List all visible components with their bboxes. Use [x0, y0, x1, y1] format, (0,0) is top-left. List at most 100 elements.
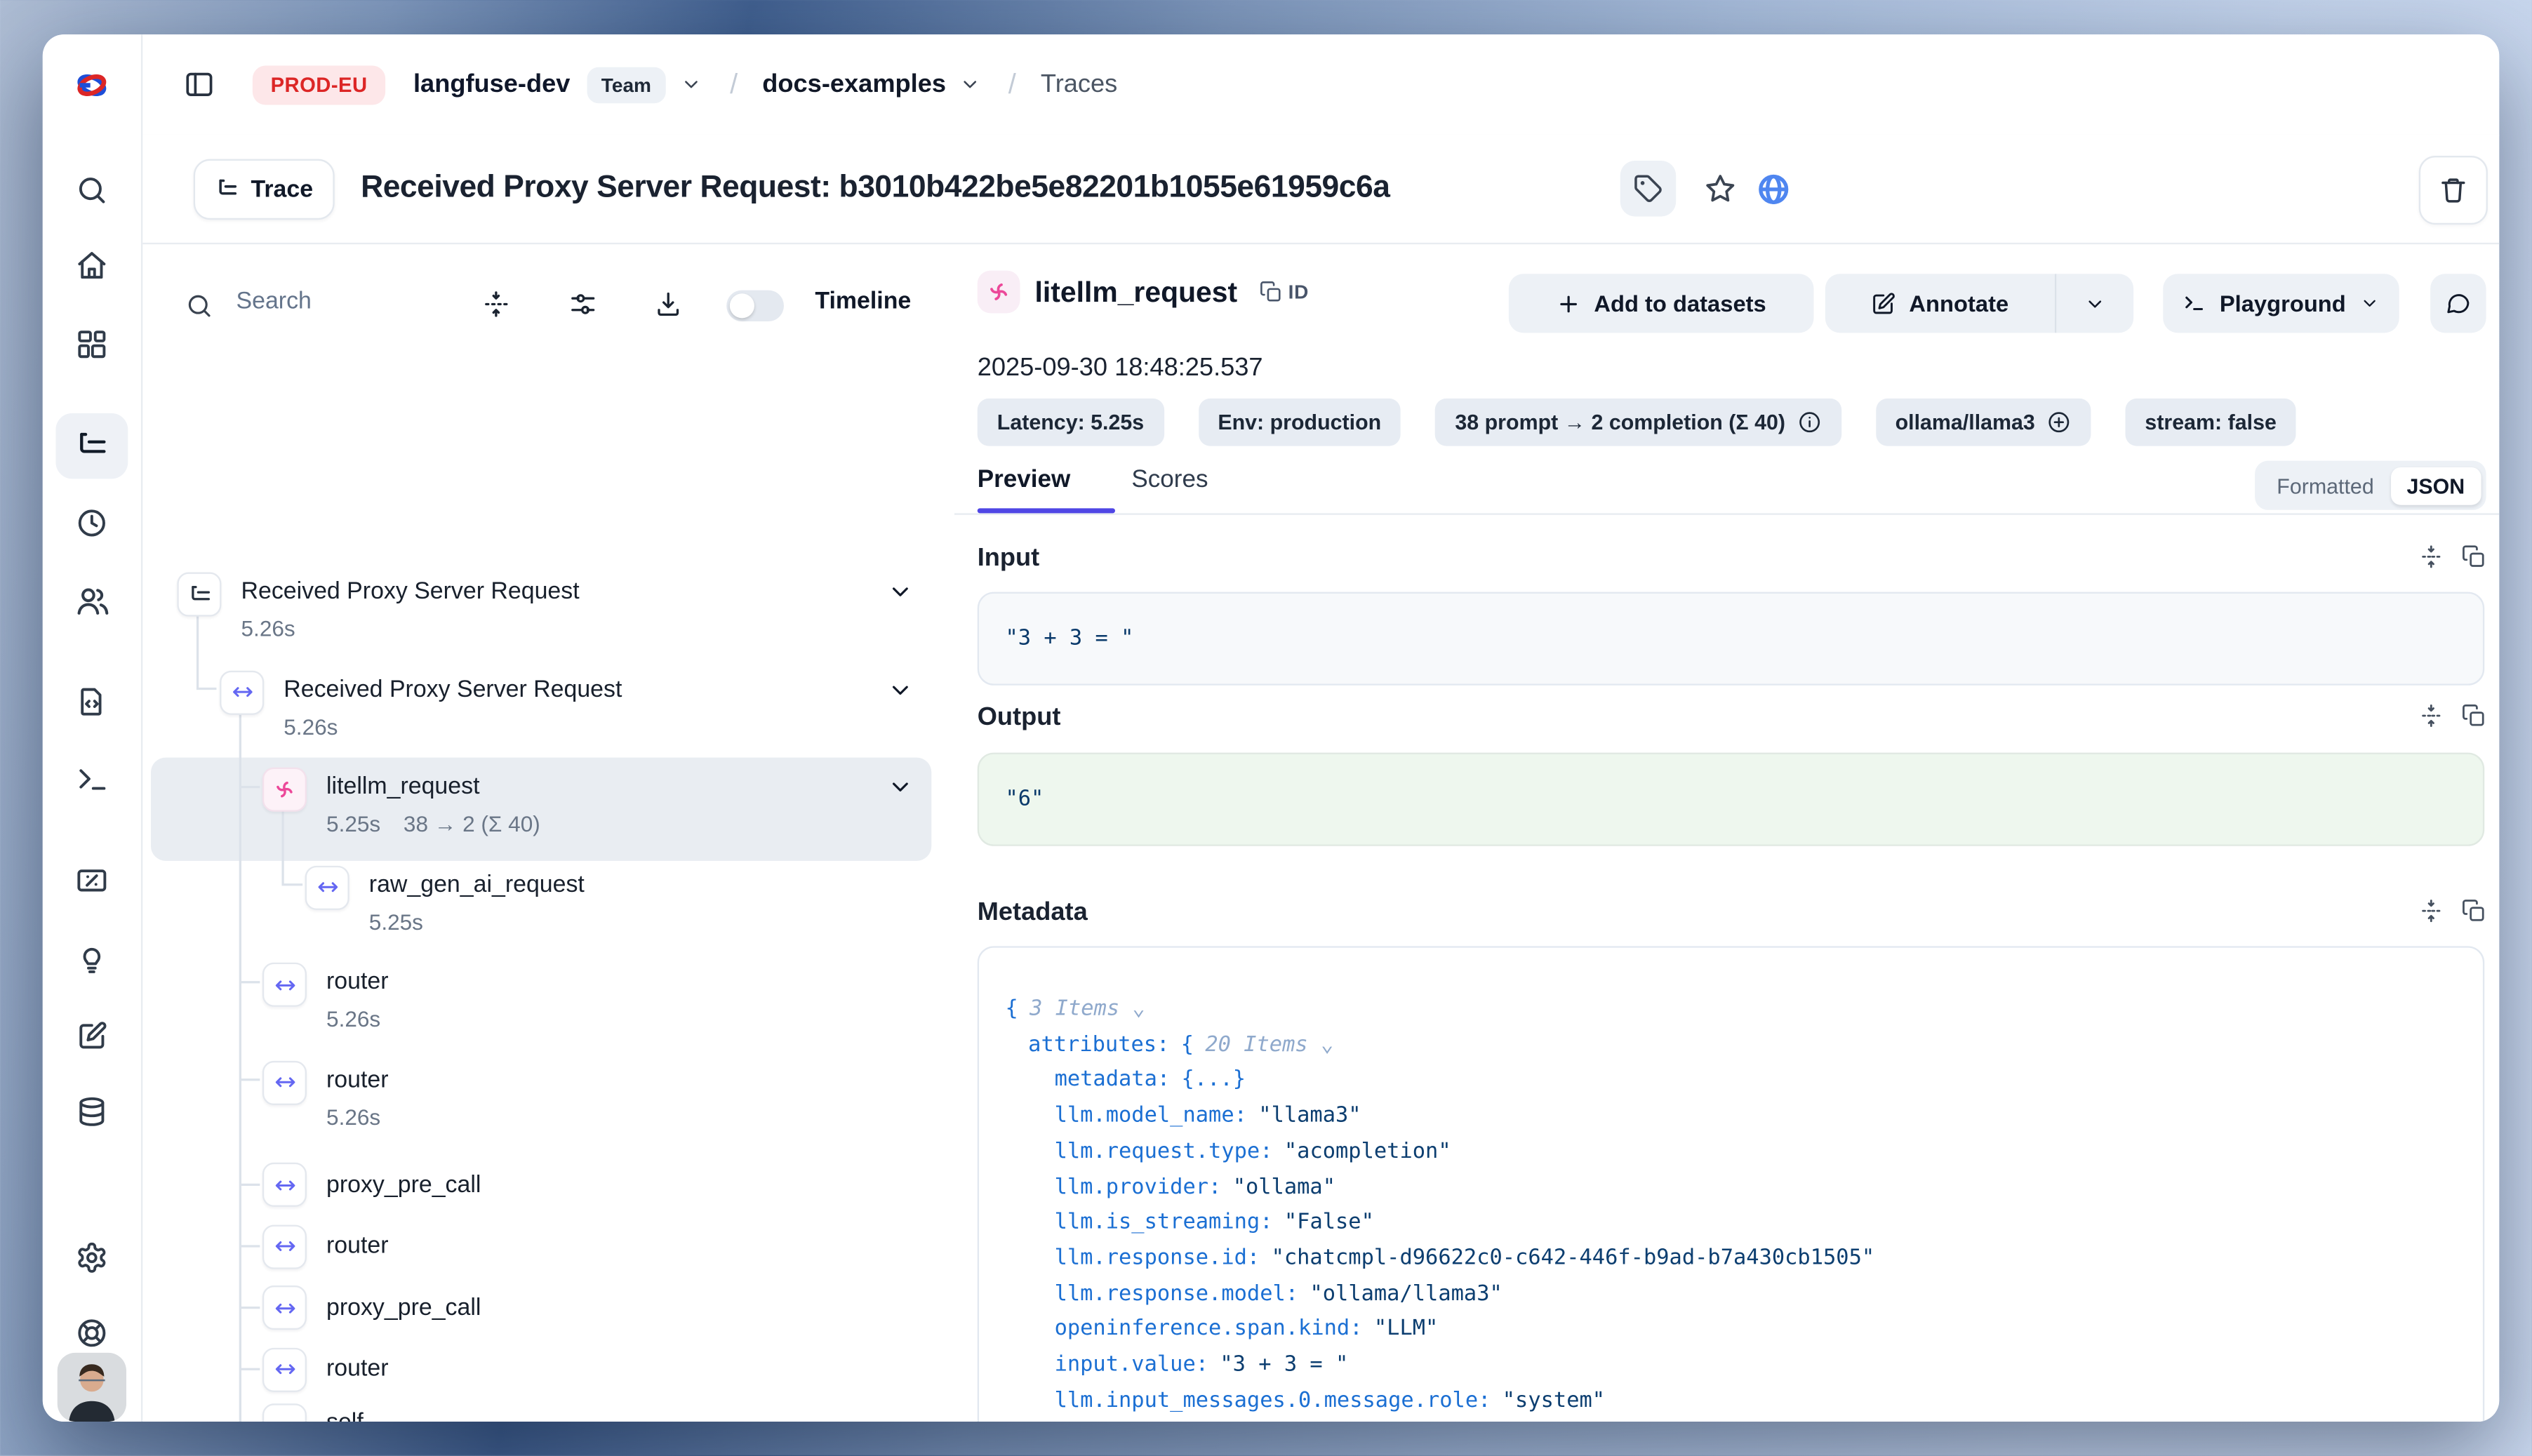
formatted-option[interactable]: Formatted — [2260, 467, 2390, 505]
tree-item-duration: 5.25s — [369, 907, 423, 935]
tree-item-label: raw_gen_ai_request — [369, 862, 585, 907]
tab-preview[interactable]: Preview — [978, 466, 1071, 494]
json-line: llm.model_name:"llama3" — [1005, 1099, 2456, 1135]
support-lifebuoy-icon[interactable] — [43, 1316, 141, 1349]
tree-item-tokens: 38 → 2 (Σ 40) — [404, 810, 540, 838]
chevron-down-icon[interactable] — [887, 676, 913, 702]
tree-item[interactable]: self 5.23s — [141, 1401, 1076, 1422]
fold-vertical-icon[interactable] — [2419, 545, 2444, 569]
tag-icon[interactable] — [1620, 161, 1676, 216]
playground-button[interactable]: Playground — [2163, 274, 2399, 333]
tree-item[interactable]: Received Proxy Server Request 5.26s — [141, 667, 1033, 763]
breadcrumb-section[interactable]: Traces — [1041, 69, 1117, 99]
chevron-down-icon[interactable] — [887, 579, 913, 605]
observation-badges: Latency: 5.25s Env: production 38 prompt… — [978, 399, 2296, 446]
span-icon — [262, 1286, 307, 1330]
json-line: llm.response.model:"ollama/llama3" — [1005, 1276, 2456, 1312]
breadcrumb-separator: / — [1008, 68, 1016, 101]
comments-button[interactable] — [2430, 274, 2486, 333]
json-line: input.value:"3 + 3 = " — [1005, 1348, 2456, 1384]
desktop: PROD-EU langfuse-dev Team / docs-example… — [0, 0, 2532, 1456]
plus-circle-icon — [2046, 410, 2071, 434]
span-icon — [305, 865, 349, 909]
annotation-pen-icon[interactable] — [43, 1020, 141, 1053]
tree-item-label: litellm_request — [326, 764, 540, 810]
metadata-section-title: Metadata — [978, 899, 1088, 928]
download-icon[interactable] — [654, 290, 682, 319]
input-section-title: Input — [978, 545, 1040, 574]
fold-vertical-icon[interactable] — [2419, 899, 2444, 923]
copy-icon[interactable] — [2462, 703, 2486, 728]
breadcrumb-separator: / — [730, 68, 738, 101]
delete-trace-button[interactable] — [2419, 156, 2488, 225]
output-content[interactable]: "6" — [978, 753, 2485, 846]
tree-item-label: Received Proxy Server Request — [241, 569, 580, 615]
metadata-json-viewer[interactable]: {3 Items ⌄ attributes:{20 Items ⌄ metada… — [978, 946, 2485, 1422]
prompts-file-icon[interactable] — [43, 686, 141, 719]
project-name[interactable]: docs-examples — [762, 69, 946, 99]
json-line: llm.provider:"ollama" — [1005, 1170, 2456, 1205]
users-icon[interactable] — [43, 584, 141, 618]
sidebar-toggle-icon[interactable] — [184, 69, 215, 100]
tree-item[interactable]: router 5.26s — [141, 959, 1076, 1056]
dashboard-icon[interactable] — [43, 328, 141, 361]
input-section-icons — [2419, 545, 2486, 569]
span-icon — [262, 1403, 307, 1422]
token-usage-badge[interactable]: 38 prompt → 2 completion (Σ 40) — [1435, 399, 1841, 446]
star-icon[interactable] — [1693, 161, 1748, 216]
tree-item[interactable]: router — [141, 1216, 1076, 1278]
tree-item-selected[interactable]: litellm_request 5.25s38 → 2 (Σ 40) — [141, 764, 1076, 861]
observation-timestamp: 2025-09-30 18:48:25.537 — [978, 354, 1263, 384]
sessions-clock-icon[interactable] — [43, 507, 141, 540]
tree-item[interactable]: proxy_pre_call — [141, 1154, 1076, 1216]
tree-item[interactable]: router 5.26s — [141, 1057, 1076, 1154]
search-icon[interactable] — [43, 174, 141, 207]
tree-item[interactable]: proxy_pre_call — [141, 1277, 1076, 1339]
insights-lightbulb-icon[interactable] — [43, 943, 141, 976]
output-section-title: Output — [978, 703, 1061, 733]
tree-item[interactable]: Received Proxy Server Request 5.26s — [141, 569, 990, 666]
view-settings-icon[interactable] — [569, 290, 597, 319]
home-icon[interactable] — [43, 249, 141, 282]
tree-item[interactable]: router — [141, 1339, 1076, 1401]
timeline-toggle[interactable] — [726, 290, 784, 321]
traces-icon[interactable] — [43, 429, 141, 462]
org-chevron-down-icon[interactable] — [681, 74, 702, 95]
tree-item-label: proxy_pre_call — [326, 1285, 481, 1330]
json-line: openinference.span.kind:"LLM" — [1005, 1312, 2456, 1348]
json-option[interactable]: JSON — [2390, 467, 2481, 505]
input-content[interactable]: "3 + 3 = " — [978, 592, 2485, 686]
search-input[interactable] — [233, 287, 437, 316]
fold-vertical-icon[interactable] — [2419, 703, 2444, 728]
public-globe-icon[interactable] — [1745, 161, 1800, 216]
langfuse-logo-icon[interactable] — [43, 34, 141, 135]
datasets-database-icon[interactable] — [43, 1095, 141, 1128]
org-name[interactable]: langfuse-dev — [413, 69, 570, 99]
chevron-down-icon[interactable] — [887, 774, 913, 800]
trace-type-label: Trace — [251, 176, 314, 202]
id-label: ID — [1288, 281, 1309, 304]
copy-icon[interactable] — [2462, 545, 2486, 569]
project-chevron-down-icon[interactable] — [959, 74, 980, 95]
terminal-icon[interactable] — [43, 763, 141, 796]
playground-label: Playground — [2220, 290, 2346, 316]
tree-item-duration: 5.26s — [326, 1102, 380, 1130]
add-to-datasets-button[interactable]: Add to datasets — [1509, 274, 1814, 333]
copy-icon[interactable] — [2462, 899, 2486, 923]
evaluators-icon[interactable] — [43, 864, 141, 897]
annotate-dropdown-chevron[interactable] — [2055, 274, 2133, 333]
annotate-button[interactable]: Annotate — [1825, 274, 2055, 333]
user-avatar[interactable] — [58, 1353, 126, 1422]
copy-id-button[interactable]: ID — [1259, 281, 1310, 304]
tree-item-label: proxy_pre_call — [326, 1162, 481, 1208]
model-badge[interactable]: ollama/llama3 — [1876, 399, 2091, 446]
collapse-all-icon[interactable] — [482, 290, 510, 319]
environment-badge: PROD-EU — [253, 65, 385, 104]
latency-badge: Latency: 5.25s — [978, 399, 1164, 446]
json-line: llm.request.type:"acompletion" — [1005, 1135, 2456, 1170]
span-icon — [262, 1224, 307, 1269]
settings-gear-icon[interactable] — [43, 1241, 141, 1274]
trace-title: Received Proxy Server Request: b3010b422… — [361, 135, 1390, 243]
tree-item-label: self — [326, 1401, 380, 1422]
tab-scores[interactable]: Scores — [1131, 466, 1208, 494]
